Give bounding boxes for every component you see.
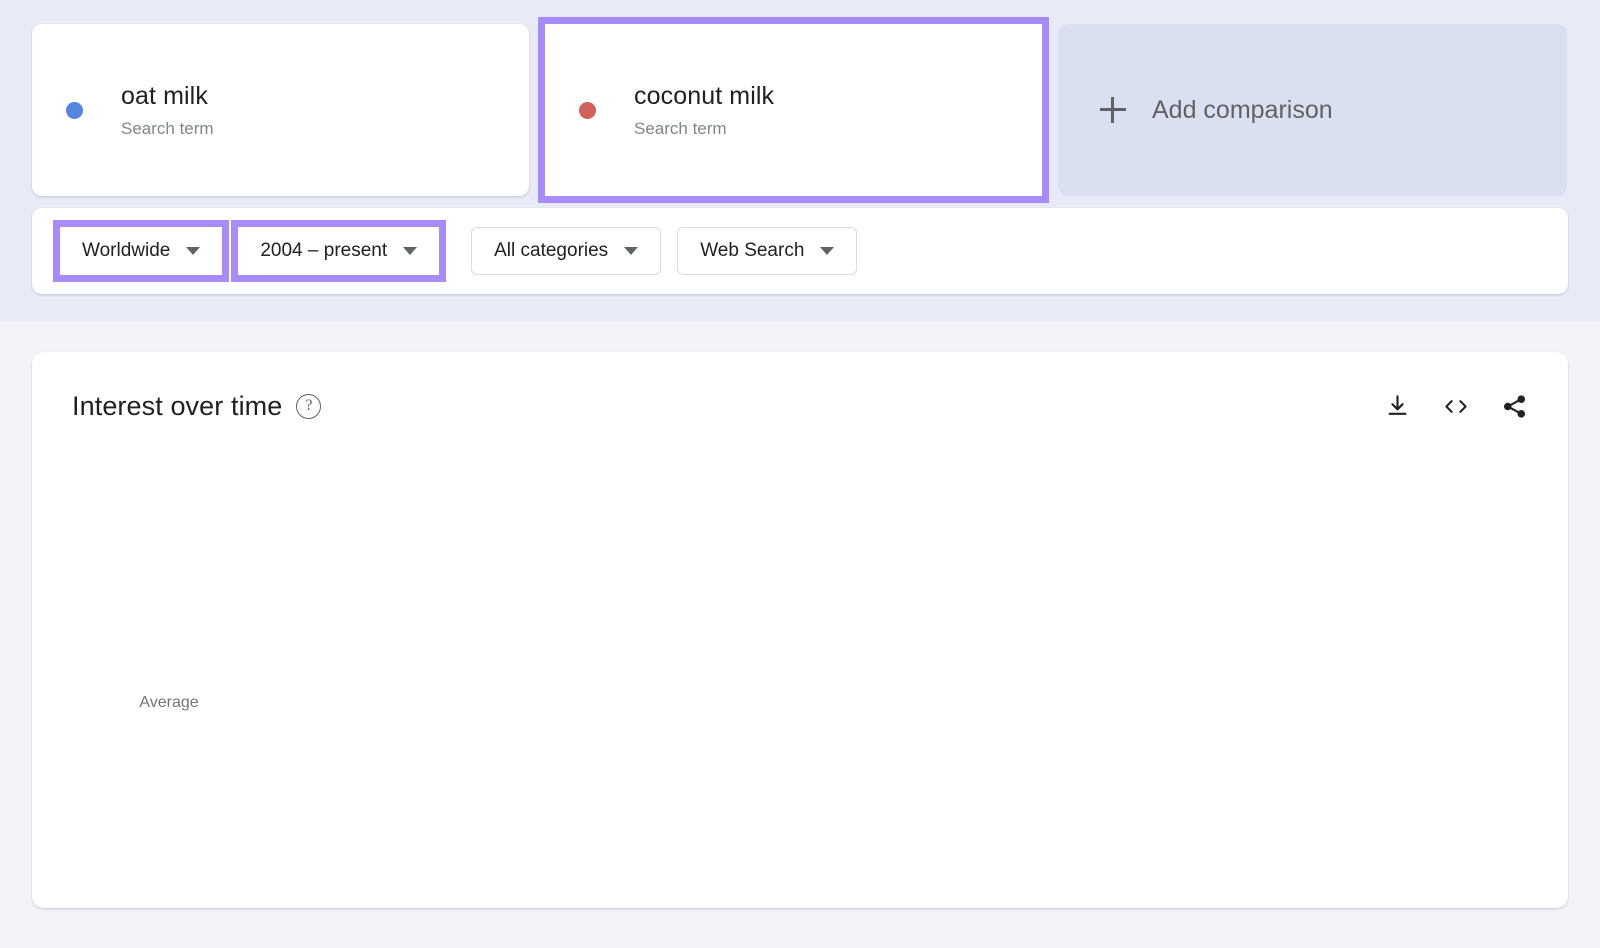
interest-over-time-panel: Interest over time ? — [32, 352, 1568, 908]
filter-searchtype-label: Web Search — [700, 240, 804, 262]
filter-timerange-dropdown[interactable]: 2004 – present — [238, 227, 439, 275]
chevron-down-icon — [186, 247, 200, 255]
add-comparison-label: Add comparison — [1152, 96, 1333, 125]
share-icon[interactable] — [1501, 393, 1528, 420]
filter-searchtype-dropdown[interactable]: Web Search — [677, 227, 857, 275]
search-term-name: coconut milk — [634, 81, 774, 112]
google-trends-page: oat milk Search term coconut milk Search… — [0, 0, 1600, 948]
average-axis-label: Average — [104, 694, 234, 712]
filter-location-highlight: Worldwide — [60, 227, 222, 275]
add-comparison-button[interactable]: Add comparison — [1058, 24, 1567, 196]
trends-chart-svg — [32, 448, 1568, 878]
help-circle-icon[interactable]: ? — [296, 394, 321, 419]
filter-location-label: Worldwide — [82, 240, 170, 262]
search-term-subtitle: Search term — [121, 119, 214, 139]
filters-bar: Worldwide 2004 – present All categories … — [32, 208, 1568, 294]
chart-plot-area: Average — [32, 448, 1568, 878]
chevron-down-icon — [624, 247, 638, 255]
search-term-subtitle: Search term — [634, 119, 774, 139]
filter-location-dropdown[interactable]: Worldwide — [60, 227, 222, 275]
download-icon[interactable] — [1384, 393, 1411, 420]
search-terms-row: oat milk Search term coconut milk Search… — [32, 24, 1568, 196]
filter-category-label: All categories — [494, 240, 608, 262]
filter-timerange-highlight: 2004 – present — [238, 227, 439, 275]
embed-code-icon[interactable] — [1441, 393, 1471, 420]
search-term-name: oat milk — [121, 81, 214, 112]
filter-searchtype-wrap: Web Search — [677, 227, 857, 275]
chart-header: Interest over time ? — [72, 384, 1528, 428]
filter-category-wrap: All categories — [471, 227, 661, 275]
plus-icon — [1100, 97, 1126, 123]
search-term-card-coconut-milk[interactable]: coconut milk Search term — [545, 24, 1042, 196]
chevron-down-icon — [820, 247, 834, 255]
chevron-down-icon — [403, 247, 417, 255]
filter-category-dropdown[interactable]: All categories — [471, 227, 661, 275]
series-color-dot-blue — [66, 102, 83, 119]
filter-timerange-label: 2004 – present — [260, 240, 387, 262]
search-term-card-oat-milk[interactable]: oat milk Search term — [32, 24, 529, 196]
page-title: Interest over time — [72, 391, 282, 422]
series-color-dot-red — [579, 102, 596, 119]
